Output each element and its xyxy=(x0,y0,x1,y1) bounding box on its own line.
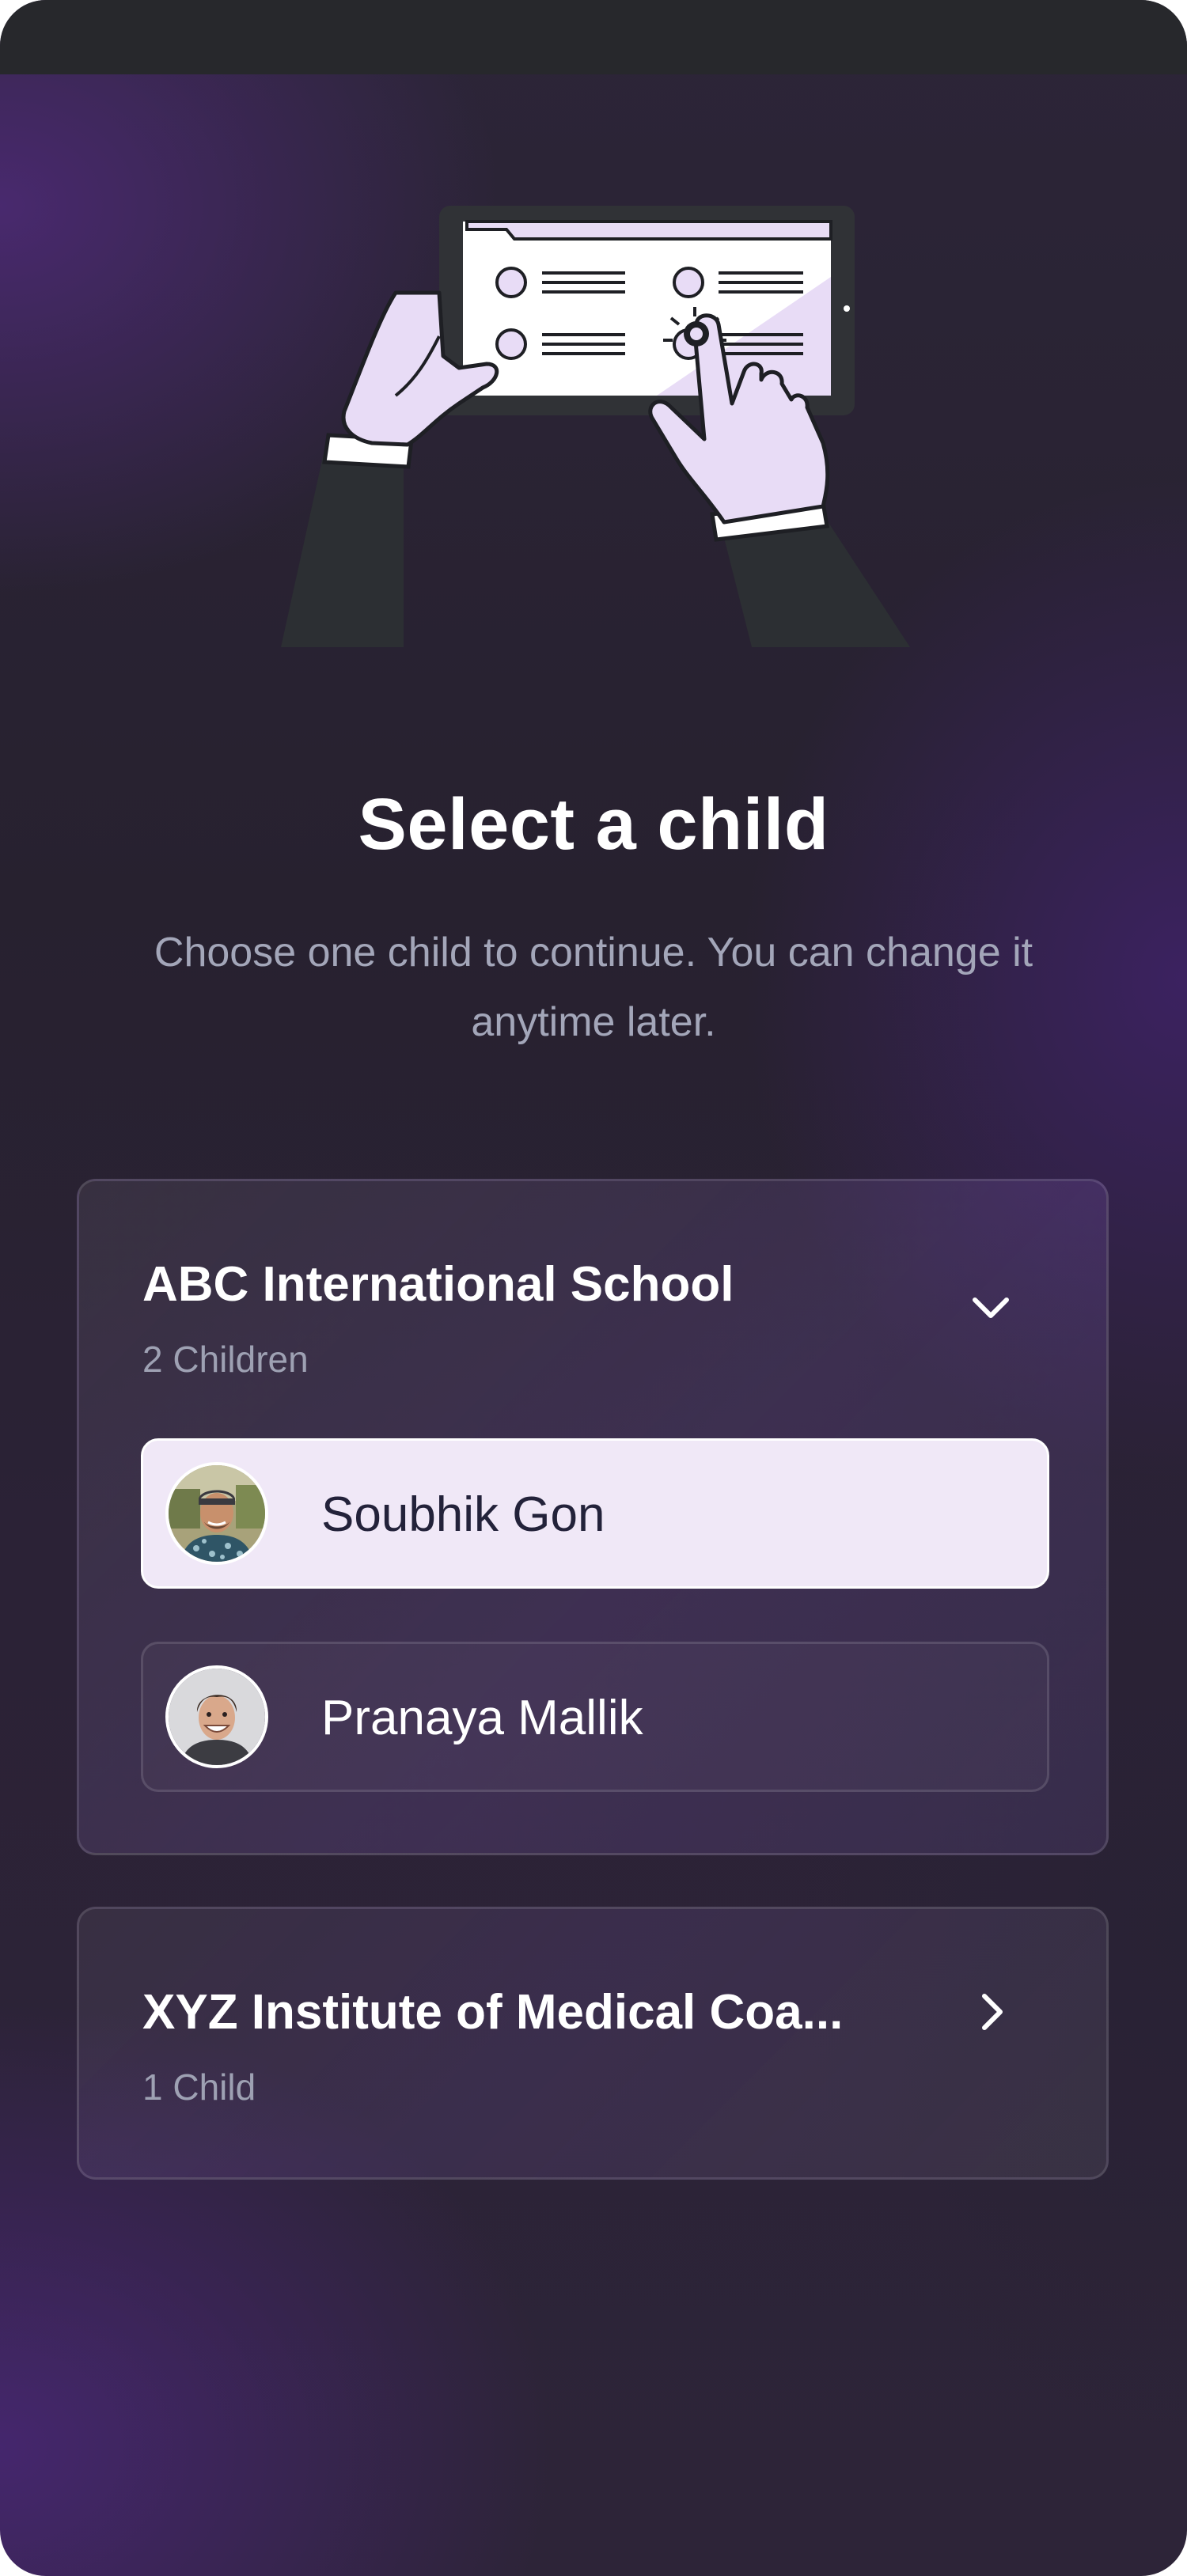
child-row-pranaya-mallik[interactable]: Pranaya Mallik xyxy=(141,1642,1049,1792)
school-children-count: 1 Child xyxy=(142,2066,256,2108)
page-subtitle: Choose one child to continue. You can ch… xyxy=(154,930,1033,1045)
chevron-down-icon[interactable] xyxy=(967,1284,1014,1332)
school-name: ABC International School xyxy=(142,1257,734,1312)
avatar xyxy=(165,1665,268,1768)
page-title: Select a child xyxy=(358,784,829,865)
child-row-soubhik-gon[interactable]: Soubhik Gon xyxy=(141,1438,1049,1589)
status-bar xyxy=(0,0,1187,74)
child-name: Soubhik Gon xyxy=(321,1487,605,1542)
avatar-photo-icon xyxy=(169,1465,265,1562)
school-name: XYZ Institute of Medical Coa... xyxy=(142,1985,844,2040)
avatar-photo-icon xyxy=(169,1669,265,1765)
school-card-xyz-institute[interactable]: XYZ Institute of Medical Coa... 1 Child xyxy=(77,1907,1109,2180)
chevron-right-icon[interactable] xyxy=(967,1988,1014,2036)
school-children-count: 2 Children xyxy=(142,1339,309,1380)
school-card-abc-international[interactable]: ABC International School 2 Children Soub… xyxy=(77,1179,1109,1855)
app-screen: Select a child Choose one child to conti… xyxy=(0,0,1187,2576)
avatar xyxy=(165,1462,268,1565)
tablet-hands-illustration xyxy=(281,206,910,647)
child-name: Pranaya Mallik xyxy=(321,1691,643,1745)
